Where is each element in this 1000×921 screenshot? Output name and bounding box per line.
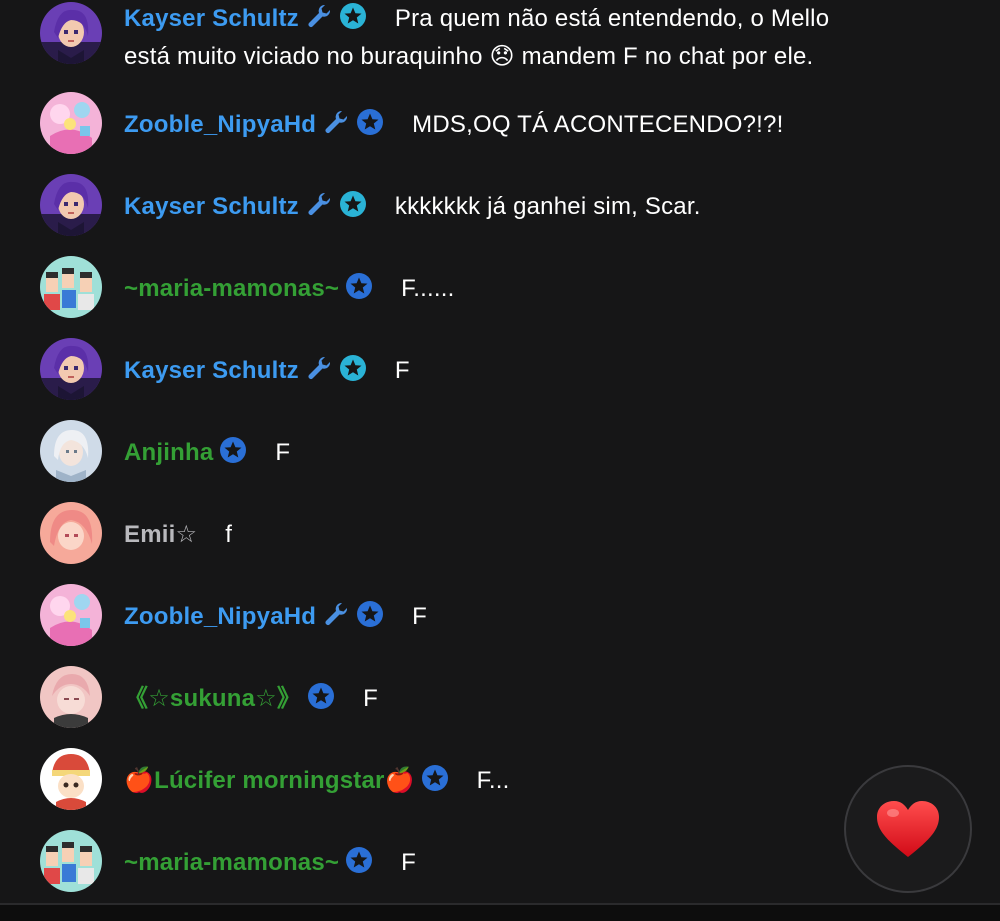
- username[interactable]: Kayser Schultz: [124, 193, 299, 220]
- message-text: Pra quem não está entendendo, o Mello: [394, 5, 830, 32]
- username[interactable]: Kayser Schultz: [124, 357, 299, 384]
- bottom-bar: [0, 903, 1000, 921]
- avatar[interactable]: [40, 92, 102, 154]
- message-text: F...: [476, 767, 510, 794]
- username[interactable]: Zooble_NipyaHd: [124, 111, 316, 138]
- username[interactable]: ~maria-mamonas~: [124, 275, 339, 302]
- chat-message: Kayser Schultz kkkkkkk já ganhei sim, Sca…: [40, 174, 980, 236]
- message-text: F: [394, 357, 410, 384]
- wrench-icon: [322, 600, 350, 638]
- star-badge-icon: [345, 272, 373, 310]
- chat-message: Kayser Schultz Pra quem não está entenden…: [40, 2, 980, 74]
- username[interactable]: Zooble_NipyaHd: [124, 603, 316, 630]
- avatar[interactable]: [40, 584, 102, 646]
- message-text: F: [275, 439, 291, 466]
- avatar[interactable]: [40, 256, 102, 318]
- username[interactable]: Kayser Schultz: [124, 5, 299, 32]
- message-text-continued: está muito viciado no buraquinho 😞 mande…: [124, 43, 814, 70]
- star-badge-icon: [339, 354, 367, 392]
- avatar[interactable]: [40, 174, 102, 236]
- message-text: kkkkkkk já ganhei sim, Scar.: [394, 193, 701, 220]
- chat-message: Anjinha F: [40, 420, 980, 482]
- wrench-icon: [305, 190, 333, 228]
- star-badge-icon: [219, 436, 247, 474]
- chat-message-list[interactable]: Kayser Schultz Pra quem não está entenden…: [0, 0, 1000, 905]
- star-badge-icon: [339, 2, 367, 40]
- star-badge-icon: [307, 682, 335, 720]
- chat-message: 🍎Lúcifer morningstar🍎 F...: [40, 748, 980, 810]
- chat-message: Emii☆ f: [40, 502, 980, 564]
- chat-message: Zooble_NipyaHd MDS,OQ TÁ ACONTECENDO?!?!: [40, 92, 980, 154]
- star-badge-icon: [345, 846, 373, 884]
- username[interactable]: 🍎Lúcifer morningstar🍎: [124, 767, 415, 794]
- like-button[interactable]: [844, 765, 972, 893]
- chat-message: Kayser Schultz F: [40, 338, 980, 400]
- avatar[interactable]: [40, 338, 102, 400]
- message-text: MDS,OQ TÁ ACONTECENDO?!?!: [412, 111, 784, 138]
- avatar[interactable]: [40, 830, 102, 892]
- wrench-icon: [305, 2, 333, 40]
- message-text: F......: [401, 275, 455, 302]
- star-badge-icon: [356, 600, 384, 638]
- chat-message: 《☆sukuna☆》 F: [40, 666, 980, 728]
- heart-icon: [877, 801, 939, 857]
- chat-message: ~maria-mamonas~ F: [40, 830, 980, 892]
- username[interactable]: Anjinha: [124, 439, 213, 466]
- message-text: F: [412, 603, 428, 630]
- username[interactable]: Emii☆: [124, 521, 197, 548]
- avatar[interactable]: [40, 420, 102, 482]
- star-badge-icon: [356, 108, 384, 146]
- wrench-icon: [322, 108, 350, 146]
- username[interactable]: 《☆sukuna☆》: [124, 685, 301, 712]
- avatar[interactable]: [40, 666, 102, 728]
- chat-message: ~maria-mamonas~ F......: [40, 256, 980, 318]
- wrench-icon: [305, 354, 333, 392]
- star-badge-icon: [339, 190, 367, 228]
- avatar[interactable]: [40, 502, 102, 564]
- message-text: f: [225, 521, 233, 548]
- star-badge-icon: [421, 764, 449, 802]
- avatar[interactable]: [40, 2, 102, 64]
- avatar[interactable]: [40, 748, 102, 810]
- username[interactable]: ~maria-mamonas~: [124, 849, 339, 876]
- message-text: F: [363, 685, 378, 712]
- chat-message: Zooble_NipyaHd F: [40, 584, 980, 646]
- message-text: F: [401, 849, 416, 876]
